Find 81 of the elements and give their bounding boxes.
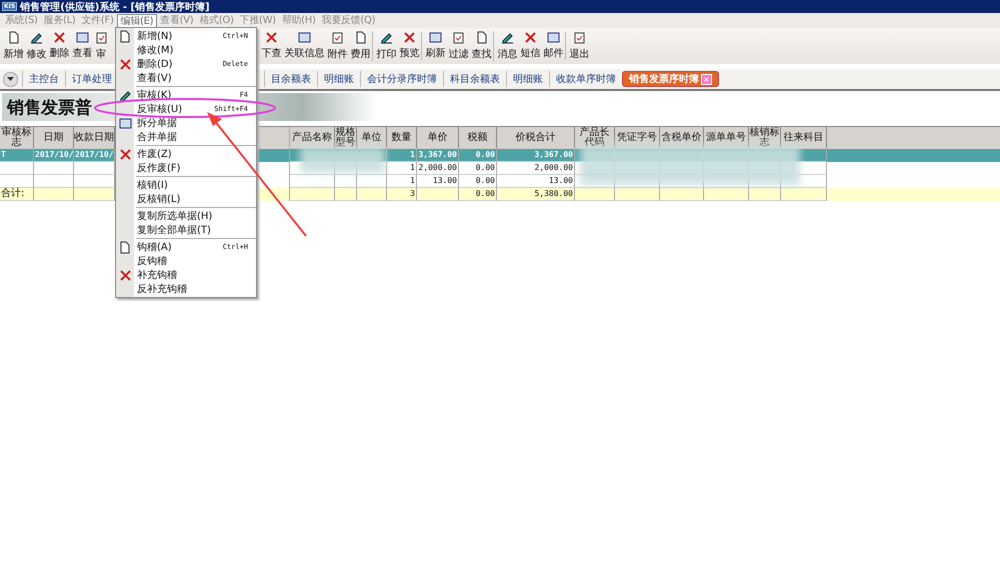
clipboard-icon	[96, 31, 106, 44]
table-cell: 2017/10/	[34, 149, 74, 162]
toolbar-button[interactable]: 退出	[568, 31, 591, 61]
clipboard-icon	[574, 31, 585, 44]
table-cell: 1	[387, 149, 417, 162]
tab[interactable]: 科目余额表	[443, 71, 506, 87]
banner-title: 销售发票普	[7, 96, 92, 118]
menu-item[interactable]: 反补充钩稽	[116, 282, 256, 296]
caret-icon	[7, 77, 14, 81]
toolbar-button[interactable]: 下查	[260, 32, 283, 60]
document-icon	[8, 31, 20, 44]
toolbar-button[interactable]: 修改	[25, 31, 48, 61]
window-title: 销售管理(供应链)系统 - [销售发票序时簿]	[20, 0, 210, 14]
empty-cell	[34, 162, 74, 175]
toolbar-button[interactable]: 预览	[398, 32, 422, 60]
menu-item[interactable]: 复制全部单据(T)	[116, 223, 256, 237]
tab[interactable]: 会计分录序时簿	[360, 71, 443, 87]
toolbar-button[interactable]: 消息	[496, 31, 519, 61]
toolbar-button[interactable]: 过滤	[447, 31, 470, 61]
table-cell: 3,367.00	[497, 149, 575, 162]
window-icon	[118, 118, 132, 128]
table-cell: 2,000.00	[417, 162, 459, 175]
table-cell: 0.00	[459, 188, 497, 201]
menu-item[interactable]: 作废(Z)	[116, 147, 256, 161]
toolbar-button[interactable]: 费用	[349, 31, 373, 61]
table-cell: 2,000.00	[497, 162, 575, 175]
tab[interactable]: 目余额表	[264, 71, 317, 87]
document-icon	[476, 31, 488, 44]
table-cell: 0.00	[459, 149, 497, 162]
document-icon	[354, 31, 366, 44]
tab[interactable]: 明细账	[317, 71, 360, 87]
table-cell: T	[0, 149, 34, 162]
toolbar-button[interactable]: 查找	[470, 31, 494, 61]
toolbar-button[interactable]: 查看	[71, 32, 94, 60]
menu-item[interactable]: 拆分单据	[116, 116, 256, 130]
menu-item[interactable]: 修改(M)	[116, 43, 256, 57]
cross-icon	[120, 148, 130, 160]
menu-item[interactable]: 反作废(F)	[116, 161, 256, 175]
cross-icon	[120, 58, 130, 70]
clipboard-icon	[453, 31, 464, 44]
toolbar-button[interactable]: 刷新	[424, 32, 447, 60]
window-icon	[429, 32, 442, 43]
table-cell: 3,367.00	[417, 149, 459, 162]
document-icon	[119, 240, 131, 254]
menu-item[interactable]: 补充钩稽	[116, 268, 256, 282]
toolbar-button[interactable]: 删除	[48, 32, 71, 60]
pencil-icon	[30, 31, 43, 44]
table-cell: 3	[387, 188, 417, 201]
window-icon	[547, 32, 560, 43]
dropdown-button[interactable]	[3, 72, 18, 86]
toolbar-button[interactable]: 打印	[375, 31, 398, 61]
toolbar-button[interactable]: 附件	[326, 31, 349, 61]
menu-item[interactable]: 反钩稽	[116, 254, 256, 268]
toolbar-button[interactable]: 新增	[2, 31, 25, 61]
cross-icon	[404, 32, 415, 43]
menu-item[interactable]: 合并单据	[116, 130, 256, 144]
menu-item[interactable]: 复制所选单据(H)	[116, 209, 256, 223]
table-cell: 5,380.00	[497, 188, 575, 201]
toolbar-button[interactable]: 短信	[519, 32, 542, 60]
clipboard-icon	[332, 31, 343, 44]
toolbar-button[interactable]: 邮件	[542, 32, 566, 60]
cross-icon	[525, 32, 536, 43]
toolbar-button[interactable]: 审	[94, 31, 108, 61]
document-icon	[119, 30, 131, 42]
menu-item[interactable]: 查看(V)	[116, 71, 256, 85]
cross-icon	[54, 32, 65, 43]
window-icon	[76, 32, 89, 43]
cross-icon	[120, 270, 130, 280]
tab[interactable]: 明细账	[506, 71, 549, 87]
menu-bar-item[interactable]: 编辑(E)	[116, 14, 158, 28]
pencil-icon	[501, 31, 514, 44]
pencil-icon	[118, 88, 132, 102]
table-cell: 1	[387, 162, 417, 175]
tab[interactable]: 主控台	[22, 71, 65, 87]
table-cell: 0.00	[459, 162, 497, 175]
window-icon	[298, 32, 311, 43]
table-cell: 合计:	[0, 188, 34, 201]
pencil-icon	[380, 31, 393, 44]
cross-icon	[266, 32, 277, 43]
empty-cell	[0, 162, 34, 175]
toolbar-button[interactable]: 关联信息	[283, 32, 326, 60]
